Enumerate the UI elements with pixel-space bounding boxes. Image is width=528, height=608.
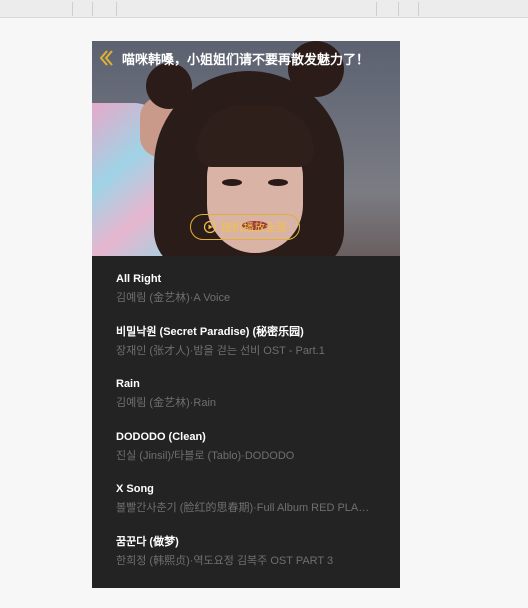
song-artist-album: 한희정 (韩熙贞)·역도요정 김복주 OST PART 3 bbox=[116, 554, 334, 567]
cover-eye bbox=[268, 179, 288, 186]
cover-eye bbox=[222, 179, 242, 186]
song-title: 비밀낙원 (Secret Paradise) (秘密乐园) bbox=[116, 325, 304, 338]
toolbar-divider bbox=[92, 2, 93, 16]
song-title: 꿈꾼다 (做梦) bbox=[116, 535, 179, 548]
phone-screen: 喵咪韩嗓，小姐姐们请不要再散发魅力了！ 随机播放全部 All Right 김예림… bbox=[92, 41, 400, 588]
cover-bangs bbox=[196, 105, 314, 167]
song-item[interactable]: Rain 김예림 (金艺林)·Rain bbox=[92, 376, 400, 429]
song-item[interactable]: All Right 김예림 (金艺林)·A Voice bbox=[92, 271, 400, 324]
playlist-title: 喵咪韩嗓，小姐姐们请不要再散发魅力了！ bbox=[122, 51, 370, 67]
song-title: All Right bbox=[116, 273, 162, 285]
play-circle-icon bbox=[203, 220, 217, 234]
song-item[interactable]: DODODO (Clean) 진실 (Jinsil)/타블로 (Tablo)·D… bbox=[92, 429, 400, 482]
toolbar-divider bbox=[398, 2, 399, 16]
song-item[interactable]: 꿈꾼다 (做梦) 한희정 (韩熙贞)·역도요정 김복주 OST PART 3 bbox=[92, 534, 400, 587]
playlist-header: 喵咪韩嗓，小姐姐们请不要再散发魅力了！ bbox=[92, 41, 400, 75]
song-title: DODODO (Clean) bbox=[116, 430, 206, 443]
shuffle-play-all-button[interactable]: 随机播放全部 bbox=[190, 214, 300, 240]
playlist-cover: 喵咪韩嗓，小姐姐们请不要再散发魅力了！ 随机播放全部 bbox=[92, 41, 400, 256]
song-artist-album: 진실 (Jinsil)/타블로 (Tablo)·DODODO bbox=[116, 449, 295, 462]
song-item[interactable]: 비밀낙원 (Secret Paradise) (秘密乐园) 장재인 (张才人)·… bbox=[92, 324, 400, 377]
back-button[interactable] bbox=[92, 41, 122, 75]
browser-toolbar bbox=[0, 0, 528, 18]
song-artist-album: 김예림 (金艺林)·Rain bbox=[116, 397, 217, 410]
toolbar-divider bbox=[376, 2, 377, 16]
song-list: All Right 김예림 (金艺林)·A Voice 비밀낙원 (Secret… bbox=[92, 271, 400, 587]
song-artist-album: 김예림 (金艺林)·A Voice bbox=[116, 292, 231, 304]
toolbar-divider bbox=[116, 2, 117, 16]
shuffle-play-all-label: 随机播放全部 bbox=[221, 222, 287, 234]
song-item[interactable]: X Song 볼빨간사춘기 (脸红的思春期)·Full Album RED PL… bbox=[92, 481, 400, 534]
toolbar-divider bbox=[72, 2, 73, 16]
toolbar-divider bbox=[418, 2, 419, 16]
song-artist-album: 볼빨간사춘기 (脸红的思春期)·Full Album RED PLANET bbox=[116, 502, 374, 515]
song-artist-album: 장재인 (张才人)·밤을 걷는 선비 OST - Part.1 bbox=[116, 344, 325, 357]
song-title: X Song bbox=[116, 483, 154, 496]
back-chevron-icon bbox=[99, 50, 113, 66]
song-title: Rain bbox=[116, 378, 140, 391]
